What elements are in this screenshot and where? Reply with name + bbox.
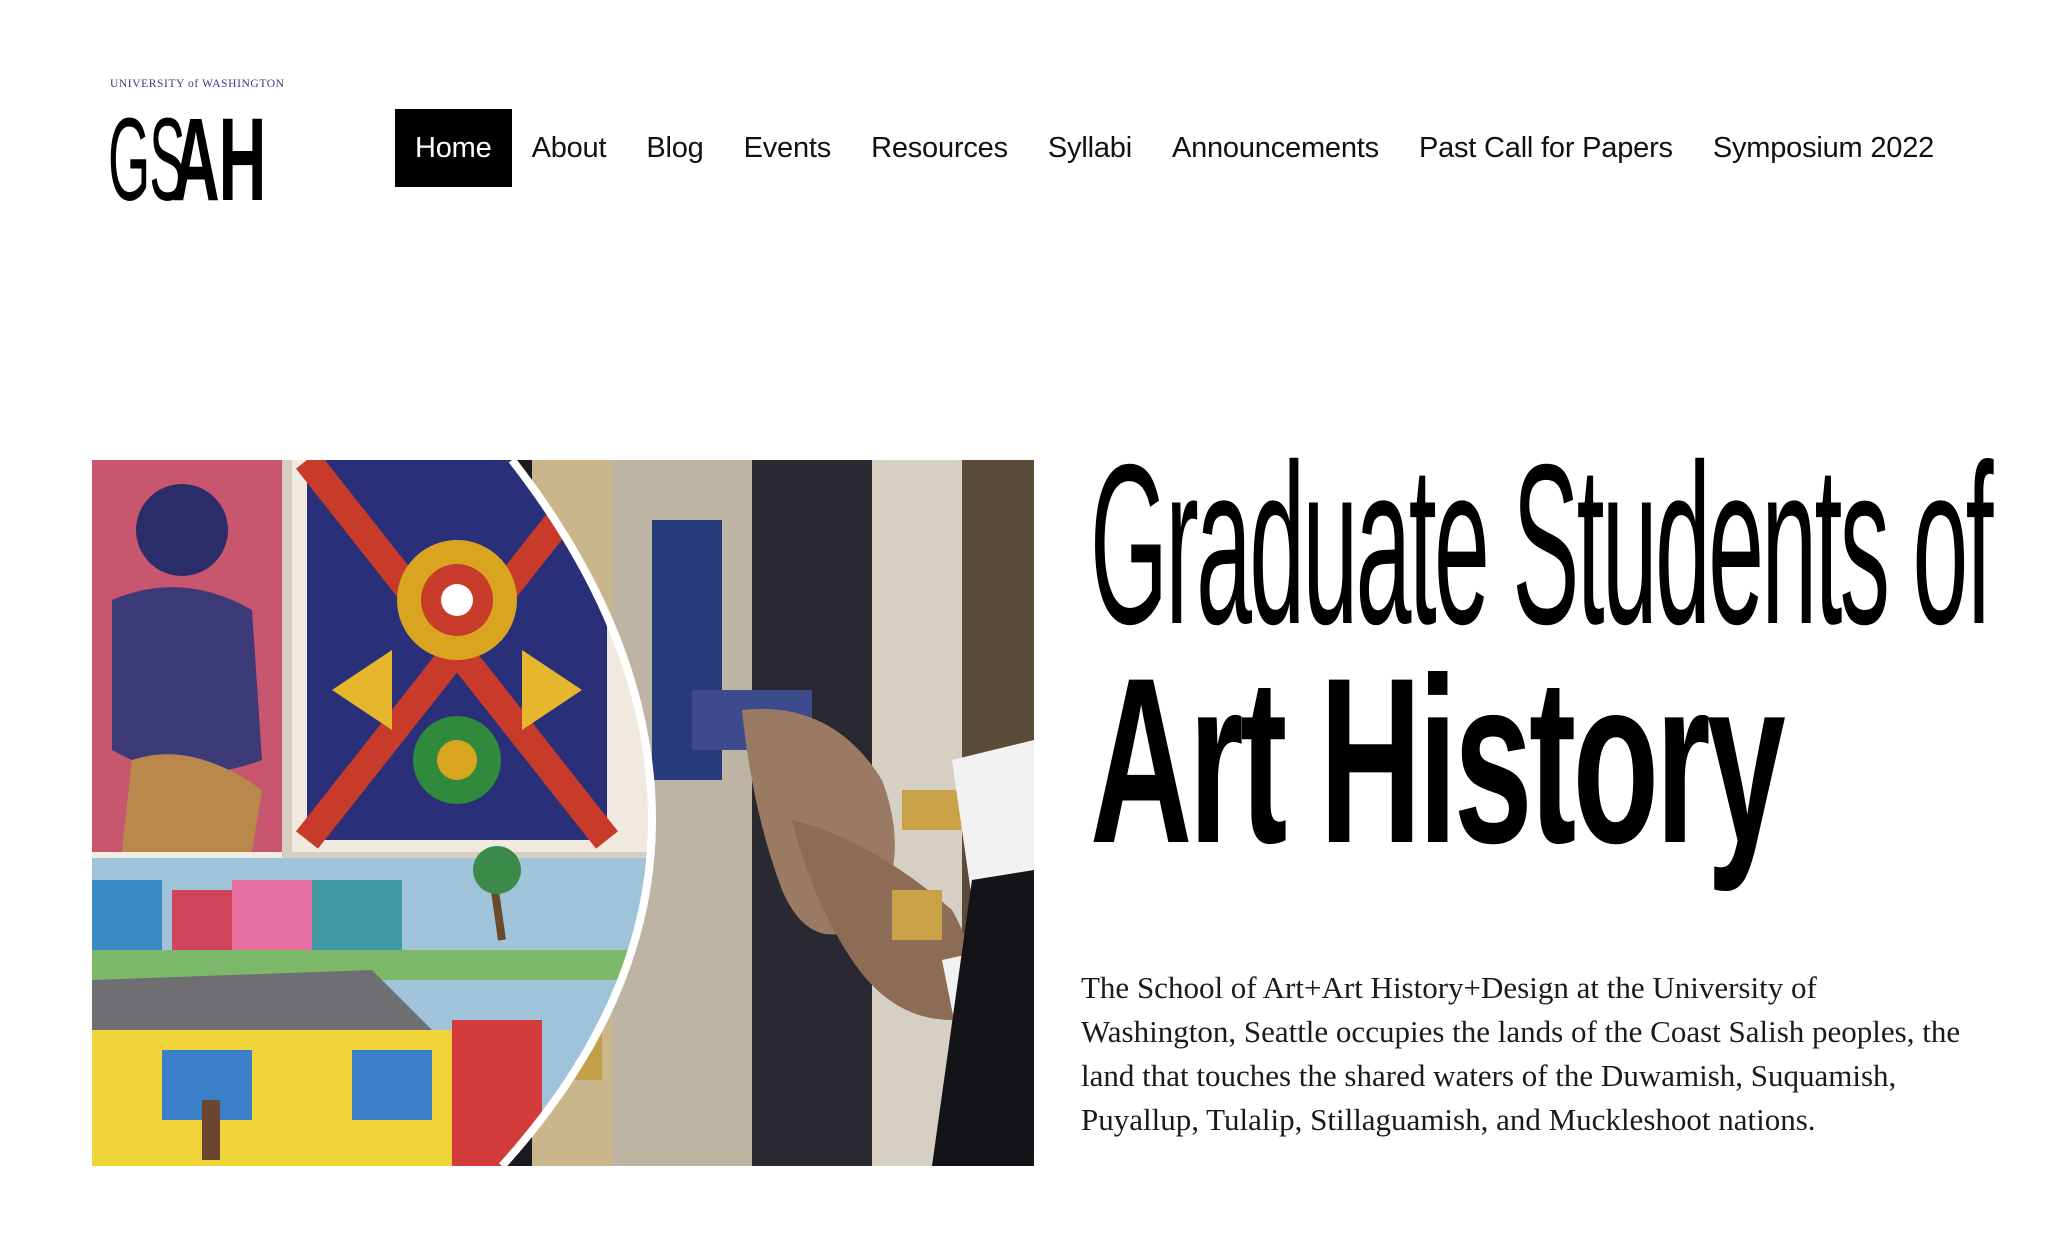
nav-item-home[interactable]: Home	[395, 109, 512, 187]
nav-item-about[interactable]: About	[512, 109, 627, 187]
nav-item-syllabi[interactable]: Syllabi	[1028, 109, 1152, 187]
nav-item-resources[interactable]: Resources	[851, 109, 1028, 187]
nav-item-past-call-for-papers[interactable]: Past Call for Papers	[1399, 109, 1693, 187]
logo-ah: AH	[172, 94, 266, 226]
nav-item-blog[interactable]: Blog	[626, 109, 723, 187]
heading-line-2: Art History	[1090, 629, 1786, 893]
hero-collage-image	[92, 460, 1034, 1166]
land-acknowledgement: The School of Art+Art History+Design at …	[1081, 970, 1961, 1137]
main-nav: Home About Blog Events Resources Syllabi…	[395, 109, 1954, 187]
nav-item-events[interactable]: Events	[724, 109, 851, 187]
page-heading: Graduate Students of Art History	[1090, 418, 1994, 879]
site-logo[interactable]: UNIVERSITY of WASHINGTON GS AH	[108, 78, 288, 228]
university-wordmark: UNIVERSITY of WASHINGTON	[110, 78, 285, 90]
heading-line-1: Graduate Students of	[1090, 418, 1994, 672]
nav-item-announcements[interactable]: Announcements	[1152, 109, 1399, 187]
nav-item-symposium-2022[interactable]: Symposium 2022	[1693, 109, 1954, 187]
